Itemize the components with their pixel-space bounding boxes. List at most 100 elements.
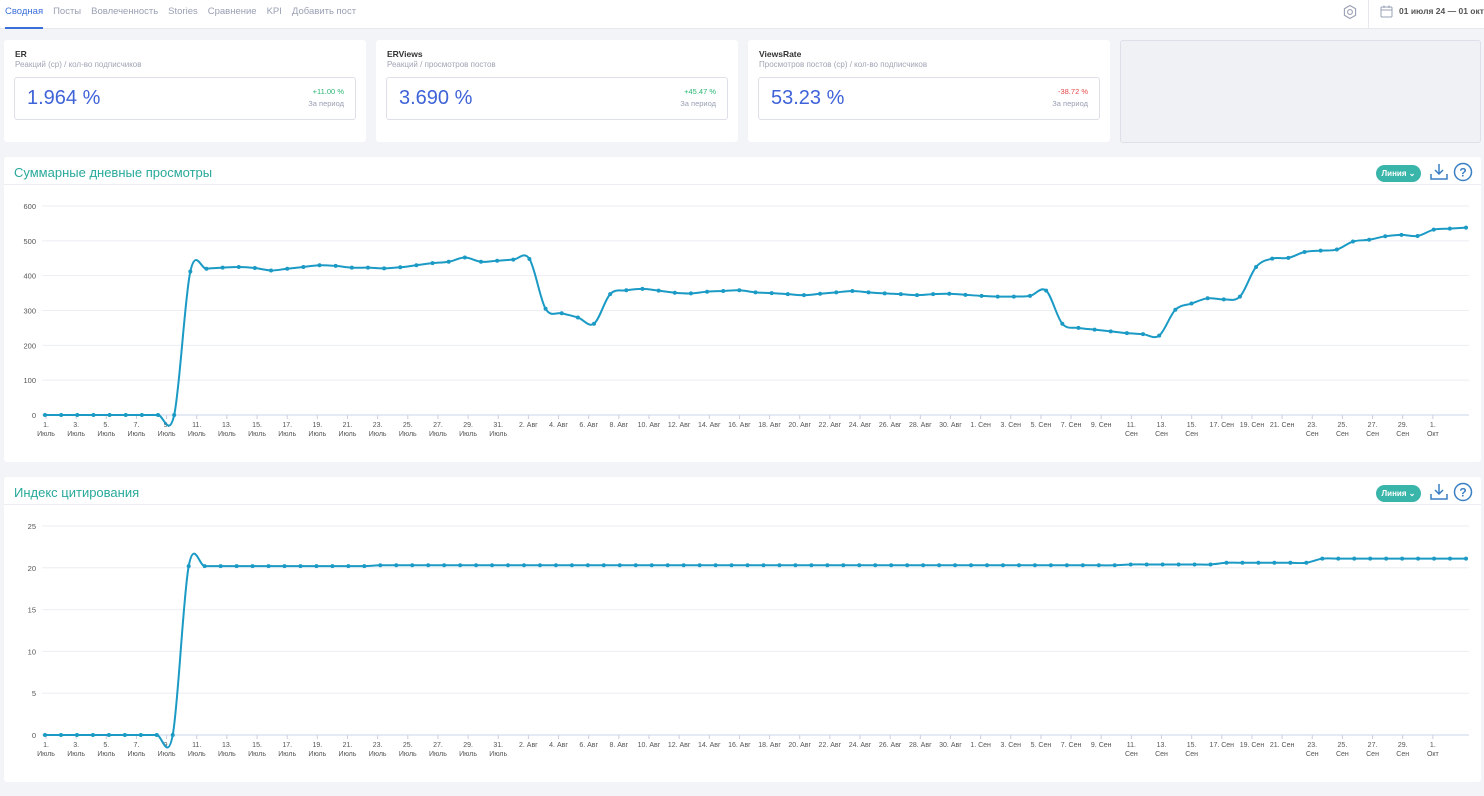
data-point[interactable]	[1367, 237, 1372, 242]
data-point[interactable]	[931, 292, 936, 297]
data-point[interactable]	[1383, 234, 1388, 239]
data-point[interactable]	[713, 563, 718, 568]
data-point[interactable]	[107, 413, 112, 417]
data-point[interactable]	[785, 292, 790, 297]
data-point[interactable]	[585, 563, 590, 568]
data-point[interactable]	[202, 564, 207, 569]
data-point[interactable]	[818, 291, 823, 296]
data-point[interactable]	[410, 563, 415, 568]
data-point[interactable]	[905, 563, 910, 568]
data-point[interactable]	[559, 311, 564, 316]
data-point[interactable]	[156, 413, 161, 417]
data-point[interactable]	[1144, 562, 1149, 567]
data-point[interactable]	[1208, 562, 1213, 567]
data-point[interactable]	[301, 264, 306, 269]
data-point[interactable]	[204, 266, 209, 271]
tab-2[interactable]: Вовлеченность	[91, 0, 158, 29]
data-point[interactable]	[1237, 294, 1242, 299]
data-point[interactable]	[59, 413, 64, 417]
data-point[interactable]	[569, 563, 574, 568]
data-point[interactable]	[592, 321, 597, 326]
data-point[interactable]	[1189, 301, 1194, 306]
data-point[interactable]	[1447, 226, 1452, 231]
data-point[interactable]	[633, 563, 638, 568]
data-point[interactable]	[1350, 239, 1355, 244]
data-point[interactable]	[298, 564, 303, 569]
data-point[interactable]	[1352, 556, 1357, 561]
data-point[interactable]	[91, 413, 96, 417]
data-point[interactable]	[1157, 333, 1162, 338]
data-point[interactable]	[543, 306, 548, 311]
data-point[interactable]	[285, 266, 290, 271]
data-point[interactable]	[250, 564, 255, 569]
data-point[interactable]	[969, 563, 974, 568]
data-point[interactable]	[442, 563, 447, 568]
data-point[interactable]	[1302, 249, 1307, 254]
data-point[interactable]	[1432, 556, 1437, 561]
data-point[interactable]	[188, 269, 193, 274]
data-point[interactable]	[414, 263, 419, 268]
data-point[interactable]	[1320, 556, 1325, 561]
data-point[interactable]	[490, 563, 495, 568]
data-point[interactable]	[234, 564, 239, 569]
data-point[interactable]	[672, 290, 677, 295]
data-point[interactable]	[737, 288, 742, 293]
data-point[interactable]	[506, 563, 511, 568]
data-point[interactable]	[426, 563, 431, 568]
data-point[interactable]	[575, 315, 580, 320]
data-point[interactable]	[333, 263, 338, 268]
data-point[interactable]	[841, 563, 846, 568]
data-point[interactable]	[1112, 563, 1117, 568]
data-point[interactable]	[1011, 294, 1016, 299]
data-point[interactable]	[1092, 327, 1097, 332]
data-point[interactable]	[761, 563, 766, 568]
data-point[interactable]	[378, 563, 383, 568]
data-point[interactable]	[857, 563, 862, 568]
data-point[interactable]	[1064, 563, 1069, 568]
data-point[interactable]	[1304, 560, 1309, 565]
data-point[interactable]	[995, 294, 1000, 299]
data-point[interactable]	[1416, 556, 1421, 561]
data-point[interactable]	[721, 288, 726, 293]
data-point[interactable]	[495, 258, 500, 263]
data-point[interactable]	[985, 563, 990, 568]
data-point[interactable]	[446, 259, 451, 264]
tab-5[interactable]: KPI	[267, 0, 282, 29]
data-point[interactable]	[43, 413, 47, 417]
data-point[interactable]	[866, 290, 871, 295]
data-point[interactable]	[349, 265, 354, 270]
data-point[interactable]	[688, 291, 693, 296]
data-point[interactable]	[138, 733, 143, 737]
data-point[interactable]	[1076, 325, 1081, 330]
data-point[interactable]	[314, 564, 319, 569]
data-point[interactable]	[777, 563, 782, 568]
data-point[interactable]	[362, 564, 367, 569]
data-point[interactable]	[218, 564, 223, 569]
date-range-picker[interactable]: 01 июля 24 — 01 окт 24	[1399, 0, 1484, 23]
data-point[interactable]	[882, 291, 887, 296]
data-point[interactable]	[914, 293, 919, 298]
data-point[interactable]	[1000, 563, 1005, 568]
data-point[interactable]	[269, 268, 274, 273]
data-point[interactable]	[43, 733, 47, 737]
data-point[interactable]	[617, 563, 622, 568]
data-point[interactable]	[1028, 293, 1033, 298]
data-point[interactable]	[1288, 560, 1293, 565]
data-point[interactable]	[793, 563, 798, 568]
data-point[interactable]	[317, 263, 322, 268]
tab-6[interactable]: Добавить пост	[292, 0, 356, 29]
data-point[interactable]	[1254, 264, 1259, 269]
data-point[interactable]	[537, 563, 542, 568]
data-point[interactable]	[1016, 563, 1021, 568]
data-point[interactable]	[1318, 248, 1323, 253]
data-point[interactable]	[172, 413, 177, 417]
data-point[interactable]	[963, 292, 968, 297]
data-point[interactable]	[729, 563, 734, 568]
data-point[interactable]	[1173, 307, 1178, 312]
tab-0[interactable]: Сводная	[5, 0, 44, 29]
data-point[interactable]	[1334, 247, 1339, 252]
data-point[interactable]	[474, 563, 479, 568]
data-point[interactable]	[122, 733, 127, 737]
data-point[interactable]	[553, 563, 558, 568]
data-point[interactable]	[1415, 233, 1420, 238]
